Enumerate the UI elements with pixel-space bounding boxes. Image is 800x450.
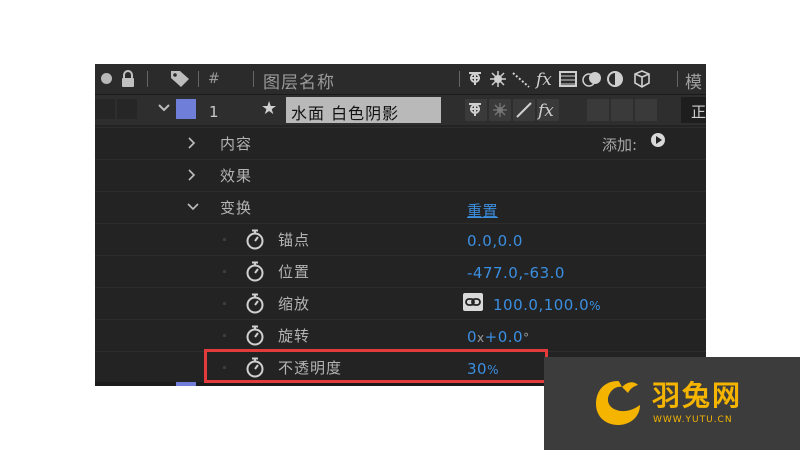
layer-name-field[interactable]: 水面 白色阴影 [286, 97, 441, 123]
layer-name-header[interactable]: 图层名称 [263, 68, 335, 93]
watermark-url: WWW.YUTU.CN [653, 415, 733, 425]
header-divider [459, 71, 460, 87]
property-contents[interactable]: 内容 添加: [95, 127, 706, 159]
chevron-down-icon[interactable] [157, 101, 171, 115]
add-label: 添加: [602, 136, 638, 154]
next-layer-label-color [176, 382, 196, 386]
layer-switches[interactable]: fx [465, 99, 675, 121]
layer-number: 1 [209, 103, 219, 121]
bullet-dot [223, 270, 226, 273]
stopwatch-icon[interactable] [245, 293, 265, 315]
reset-link[interactable]: 重置 [467, 200, 498, 221]
property-label: 旋转 [278, 327, 311, 345]
mode-value: 正 [691, 103, 706, 121]
rotation-value[interactable]: 0x+0.0° [467, 328, 530, 346]
yutu-watermark: 羽兔网 WWW.YUTU.CN [544, 357, 800, 450]
av-switch-cell[interactable] [95, 99, 115, 119]
constrain-proportions-link-icon[interactable] [463, 293, 483, 311]
watermark-brand: 羽兔网 [652, 379, 743, 412]
lock-switch-cell[interactable] [117, 99, 137, 119]
bullet-dot [223, 238, 226, 241]
anchor-point-value[interactable]: 0.0,0.0 [467, 232, 523, 250]
shy-icon [469, 72, 481, 85]
scale-number: 100.0,100.0 [493, 296, 590, 314]
scale-value[interactable]: 100.0,100.0% [493, 296, 601, 314]
timeline-panel: # 图层名称 fx 模 1 ★ 水面 白色阴影 fx 正 内容 添加: 效果 变… [95, 64, 706, 386]
collapse-icon [490, 71, 506, 87]
property-scale[interactable]: 缩放 100.0,100.0% [95, 287, 706, 319]
property-label: 内容 [220, 135, 253, 153]
property-label: 变换 [220, 199, 253, 217]
property-anchor-point[interactable]: 锚点 0.0,0.0 [95, 223, 706, 255]
header-divider [677, 71, 678, 87]
svg-text:fx: fx [534, 70, 552, 89]
video-visibility-icon[interactable] [101, 73, 112, 84]
property-label: 位置 [278, 263, 311, 281]
chevron-down-icon[interactable] [187, 201, 199, 213]
scale-unit: % [589, 299, 602, 313]
layer-row[interactable]: 1 ★ 水面 白色阴影 fx 正 [95, 95, 706, 125]
header-divider [147, 71, 148, 87]
rotation-degrees-unit: ° [523, 331, 530, 345]
rotation-degrees[interactable]: +0.0 [485, 328, 523, 346]
property-label: 效果 [220, 167, 253, 185]
yutu-logo-icon [596, 381, 640, 425]
column-header: # 图层名称 fx 模 [95, 64, 706, 95]
motion-blur-icon [582, 72, 601, 87]
property-effects[interactable]: 效果 [95, 159, 706, 191]
label-tag-icon[interactable] [170, 70, 190, 88]
add-menu-icon[interactable] [651, 133, 665, 147]
layer-label-color[interactable] [176, 99, 196, 119]
stopwatch-icon[interactable] [245, 325, 265, 347]
layer-name-text: 水面 白色阴影 [291, 104, 400, 123]
rotation-turns-unit: x [477, 331, 485, 345]
lock-icon[interactable] [121, 70, 135, 87]
frame-blend-icon [559, 71, 577, 87]
switches-header-icons: fx [469, 70, 650, 89]
position-value[interactable]: -477.0,-63.0 [467, 264, 565, 282]
chevron-right-icon[interactable] [187, 137, 197, 149]
rotation-turns[interactable]: 0 [467, 328, 477, 346]
stopwatch-icon[interactable] [245, 261, 265, 283]
bullet-dot [223, 302, 226, 305]
chevron-right-icon[interactable] [187, 169, 197, 181]
adjustment-layer-icon [607, 71, 623, 87]
mode-dropdown[interactable]: 正 [681, 97, 706, 123]
shape-layer-star-icon: ★ [261, 98, 278, 119]
stopwatch-icon[interactable] [245, 229, 265, 251]
property-rotation[interactable]: 旋转 0x+0.0° [95, 319, 706, 351]
property-label: 锚点 [278, 231, 311, 249]
3d-layer-icon [634, 70, 650, 88]
svg-text:fx: fx [536, 101, 554, 121]
property-label: 缩放 [278, 295, 311, 313]
bullet-dot [223, 334, 226, 337]
mode-header[interactable]: 模 [685, 68, 702, 93]
property-position[interactable]: 位置 -477.0,-63.0 [95, 255, 706, 287]
header-divider [198, 71, 199, 87]
quality-icon [512, 72, 530, 88]
opacity-highlight-box [204, 349, 548, 383]
property-transform[interactable]: 变换 重置 [95, 191, 706, 223]
header-divider [253, 71, 254, 87]
layer-number-header: # [208, 71, 220, 87]
